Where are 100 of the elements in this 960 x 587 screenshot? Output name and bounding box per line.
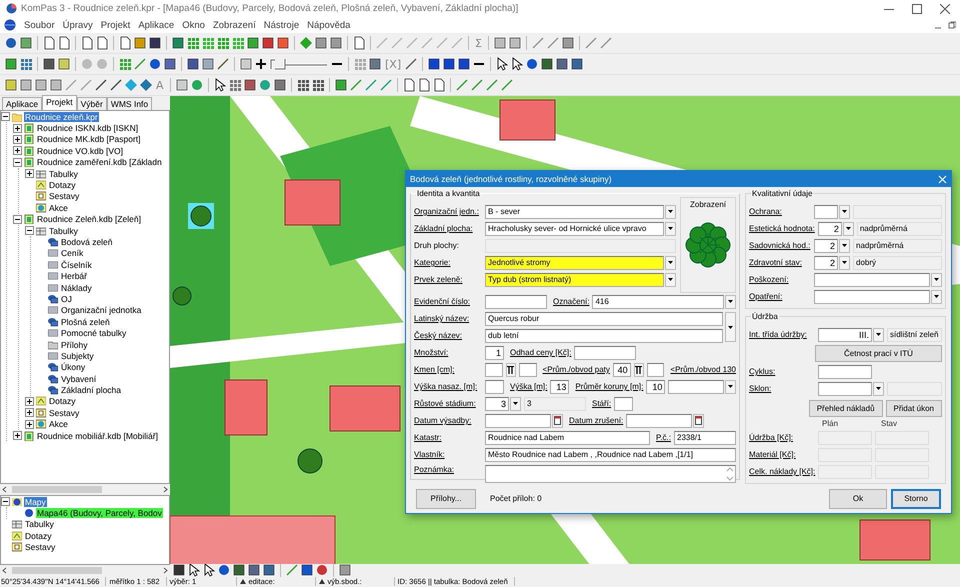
calendar-button[interactable] — [552, 414, 563, 428]
pointer-icon[interactable] — [510, 57, 524, 71]
expand-icon[interactable] — [25, 396, 34, 406]
square-icon[interactable] — [247, 563, 261, 577]
date-field[interactable] — [626, 414, 692, 428]
expand-icon[interactable] — [13, 134, 22, 144]
text-field[interactable]: 10 — [646, 380, 666, 394]
line-icon[interactable] — [216, 57, 230, 71]
tab[interactable]: WMS Info — [106, 97, 152, 110]
combo-box[interactable] — [668, 380, 724, 394]
tree-item[interactable]: Sestavy — [48, 408, 80, 418]
diamond-icon[interactable] — [299, 36, 313, 50]
square-icon[interactable] — [201, 57, 215, 71]
square-icon[interactable] — [133, 36, 147, 50]
circle-icon[interactable] — [148, 57, 162, 71]
dialog-button[interactable]: Ok — [829, 488, 887, 508]
dialog-button[interactable]: Storno — [891, 488, 941, 508]
slider-icon[interactable] — [269, 57, 329, 71]
text-field[interactable]: dub letní — [485, 328, 723, 342]
menu-item[interactable]: Zobrazení — [212, 20, 256, 30]
tree-item[interactable]: Roudnice VO.kdb [VO] — [36, 146, 124, 156]
dropdown-button[interactable] — [839, 256, 850, 270]
square-icon[interactable] — [246, 36, 260, 50]
combo-box[interactable]: Hracholusky sever- od Hornické ulice vpravo — [485, 222, 664, 236]
combo-box[interactable] — [814, 290, 930, 304]
grid-icon[interactable] — [216, 36, 230, 50]
dropdown-button[interactable] — [931, 290, 942, 304]
tree-item[interactable]: Roudnice mobiliář.kdb [Mobiliář] — [36, 430, 159, 441]
text-field[interactable]: Quercus robur — [485, 312, 723, 326]
combo-box[interactable]: 3 — [485, 396, 509, 410]
combo-box[interactable] — [814, 272, 930, 286]
page-icon[interactable] — [416, 78, 431, 92]
tree-item[interactable]: Akce — [48, 419, 69, 430]
dropdown-button[interactable] — [510, 396, 521, 410]
collapse-icon[interactable] — [13, 158, 22, 167]
collapse-icon[interactable] — [13, 214, 22, 224]
dropdown-button[interactable] — [665, 204, 676, 218]
expand-icon[interactable] — [13, 431, 22, 440]
menu-item[interactable]: Nápověda — [307, 20, 350, 30]
square-icon[interactable] — [4, 57, 18, 71]
pointer-icon[interactable] — [187, 563, 201, 577]
expand-icon[interactable] — [25, 408, 34, 418]
square-icon[interactable] — [171, 36, 185, 50]
square-icon[interactable] — [560, 36, 575, 50]
square-icon[interactable] — [148, 36, 162, 50]
scrollbar[interactable] — [0, 565, 170, 576]
tree-item[interactable]: Dotazy — [24, 530, 52, 541]
tree-item[interactable]: Číselník — [60, 260, 93, 270]
tree-item[interactable]: Mapy — [24, 496, 47, 507]
tree-item[interactable]: Ceník — [60, 248, 84, 258]
note-field[interactable] — [485, 465, 736, 483]
circle-icon[interactable] — [315, 563, 329, 577]
text-field[interactable] — [485, 380, 504, 394]
line-icon[interactable] — [94, 78, 108, 92]
combo-box[interactable]: Typ dub (strom listnatý) — [485, 272, 664, 286]
grid-icon[interactable] — [296, 78, 310, 92]
combo-box[interactable]: 2 — [814, 256, 838, 270]
scrollbar[interactable] — [0, 484, 170, 495]
tree-item[interactable]: Pomocné tabulky — [60, 328, 128, 338]
line-icon[interactable] — [109, 78, 123, 92]
square-icon[interactable] — [329, 36, 343, 50]
page-icon[interactable] — [57, 36, 71, 50]
text-field[interactable] — [485, 294, 547, 308]
expand-icon[interactable] — [13, 146, 22, 156]
tree-item[interactable]: Dotazy — [48, 180, 76, 190]
dropdown-button[interactable] — [842, 222, 854, 236]
square-icon[interactable] — [368, 57, 382, 71]
square-icon[interactable] — [42, 57, 56, 71]
menu-item[interactable]: Úpravy — [62, 20, 93, 30]
menu-item[interactable]: Projekt — [100, 20, 130, 30]
tree-item[interactable]: Roudnice Zeleň.kdb [Zeleň] — [36, 214, 142, 224]
text-field[interactable] — [518, 362, 537, 376]
expand-icon[interactable] — [13, 124, 22, 133]
square-icon[interactable] — [276, 36, 290, 50]
combo-box[interactable]: 416 — [592, 294, 724, 308]
combo-box[interactable]: B - sever — [485, 204, 664, 218]
tree-item[interactable]: Plošná zeleň — [60, 316, 111, 327]
menu-item[interactable]: Nástroje — [264, 20, 300, 30]
square-icon[interactable] — [314, 36, 328, 50]
page-icon[interactable] — [118, 36, 132, 50]
tree-item[interactable]: Náklady — [60, 282, 93, 293]
action-button[interactable]: Přehled nákladů — [808, 400, 883, 416]
square-icon[interactable] — [242, 78, 257, 92]
text-field[interactable] — [614, 396, 634, 410]
dropdown-button[interactable] — [931, 272, 942, 286]
square-icon[interactable] — [338, 563, 352, 577]
dropdown-button[interactable] — [873, 328, 884, 342]
calendar-button[interactable] — [693, 414, 704, 428]
page-icon[interactable] — [95, 36, 109, 50]
tree-item[interactable]: Přílohy — [60, 340, 88, 350]
tree-item[interactable]: Herbář — [60, 271, 88, 282]
square-icon[interactable] — [262, 563, 276, 577]
square-icon[interactable] — [508, 36, 522, 50]
pointer-icon[interactable] — [495, 57, 510, 71]
tree-item[interactable]: OJ — [60, 294, 73, 304]
square-icon[interactable] — [457, 57, 472, 71]
grid-icon[interactable] — [19, 57, 33, 71]
tab[interactable]: Projekt — [42, 95, 77, 110]
square-icon[interactable] — [492, 36, 507, 50]
tree-item[interactable]: Tabulky — [48, 168, 79, 179]
